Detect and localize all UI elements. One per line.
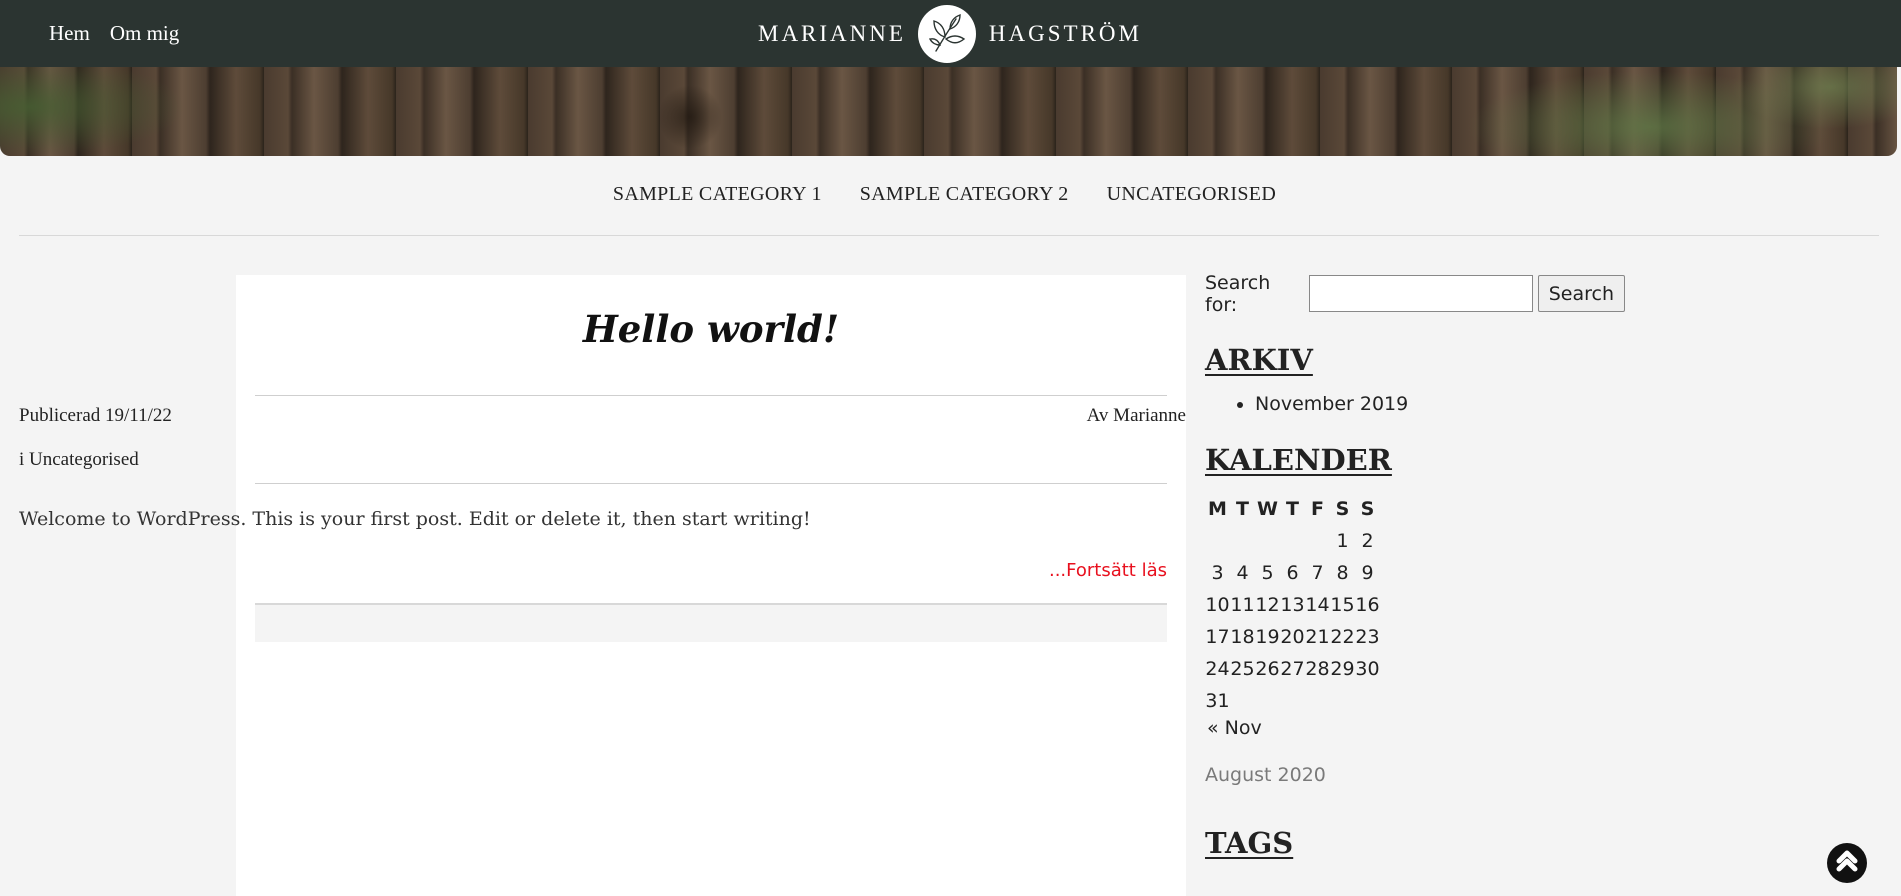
site-brand[interactable]: MARIANNE HAGSTRÖM [758, 2, 1142, 65]
read-more-link[interactable]: ...Fortsätt läs [1049, 560, 1167, 581]
calendar-day: 19 [1255, 626, 1280, 648]
calendar-day: 23 [1355, 626, 1380, 648]
category-nav: SAMPLE CATEGORY 1 SAMPLE CATEGORY 2 UNCA… [0, 183, 1901, 206]
search-label: Search for: [1205, 271, 1271, 316]
header-banner-image [0, 67, 1897, 156]
calendar-day: 12 [1255, 594, 1280, 616]
calendar-header-row: M T W T F S S [1205, 493, 1380, 525]
calendar-day: 28 [1305, 658, 1330, 680]
calendar-day: 25 [1230, 658, 1255, 680]
calendar-day: 29 [1330, 658, 1355, 680]
calendar-day: 26 [1255, 658, 1280, 680]
calendar-day: 4 [1236, 562, 1249, 584]
calendar-day: 1 [1336, 530, 1349, 552]
archive-list: November 2019 [1255, 393, 1408, 415]
category-link-uncategorised[interactable]: UNCATEGORISED [1107, 183, 1276, 206]
calendar-day: 14 [1305, 594, 1330, 616]
calendar-day: 5 [1261, 562, 1274, 584]
post-published-date: Publicerad 19/11/22 [19, 405, 172, 426]
post-category-link[interactable]: i Uncategorised [19, 449, 139, 471]
search-input[interactable] [1309, 275, 1533, 312]
calendar-weekday: F [1311, 498, 1324, 520]
calendar-day: 9 [1361, 562, 1374, 584]
calendar-caption: August 2020 [1205, 764, 1326, 786]
search-widget: Search for: Search [1205, 272, 1625, 316]
chevron-up-icon [1834, 848, 1860, 878]
calendar-day: 31 [1205, 690, 1230, 712]
post-card: Hello world! ...Fortsätt läs [236, 275, 1186, 896]
calendar-day: 8 [1336, 562, 1349, 584]
calendar-day: 18 [1230, 626, 1255, 648]
site-header: Hem Om mig MARIANNE HAGSTRÖM [0, 0, 1901, 67]
calendar-week-row: 31 [1205, 685, 1380, 717]
calendar-day: 2 [1361, 530, 1374, 552]
search-button[interactable]: Search [1537, 275, 1625, 312]
calendar-prev-month-link[interactable]: « Nov [1207, 717, 1262, 739]
nav-link-about[interactable]: Om mig [110, 21, 179, 46]
nav-link-home[interactable]: Hem [49, 21, 90, 46]
calendar-day: 15 [1330, 594, 1355, 616]
calendar-weekday: S [1335, 498, 1350, 520]
calendar-day: 6 [1286, 562, 1299, 584]
brand-first-name: MARIANNE [758, 20, 906, 46]
brand-last-name: HAGSTRÖM [988, 20, 1142, 46]
post-author-link[interactable]: Av Marianne [1087, 405, 1186, 427]
archive-item-link[interactable]: November 2019 [1255, 393, 1408, 415]
category-link-1[interactable]: SAMPLE CATEGORY 1 [613, 183, 822, 206]
calendar-day: 16 [1355, 594, 1380, 616]
calendar-day: 7 [1311, 562, 1324, 584]
calendar-week-row: 10 11 12 13 14 15 16 [1205, 589, 1380, 621]
calendar-day: 21 [1305, 626, 1330, 648]
post-divider-top [255, 395, 1167, 396]
post-excerpt: Welcome to WordPress. This is your first… [19, 508, 811, 530]
leaf-branch-icon [918, 4, 977, 63]
calendar-day: 27 [1280, 658, 1305, 680]
calendar-day: 20 [1280, 626, 1305, 648]
nav-divider [19, 235, 1879, 236]
calendar-week-row: 17 18 19 20 21 22 23 [1205, 621, 1380, 653]
calendar-day: 10 [1205, 594, 1230, 616]
calendar-day: 11 [1230, 594, 1255, 616]
calendar-weekday: T [1236, 498, 1249, 520]
calendar-day: 3 [1211, 562, 1224, 584]
calendar-week-row: 24 25 26 27 28 29 30 [1205, 653, 1380, 685]
calendar-weekday: W [1257, 498, 1278, 520]
calendar-week-row: 3 4 5 6 7 8 9 [1205, 557, 1380, 589]
archive-item[interactable]: November 2019 [1255, 393, 1408, 415]
sidebar: Search for: Search ARKIV November 2019 K… [1205, 272, 1625, 860]
category-link-2[interactable]: SAMPLE CATEGORY 2 [860, 183, 1069, 206]
calendar-weekday: S [1360, 498, 1375, 520]
calendar-weekday: M [1208, 498, 1227, 520]
calendar-day: 17 [1205, 626, 1230, 648]
back-to-top-button[interactable] [1827, 843, 1867, 883]
calendar-day: 13 [1280, 594, 1305, 616]
calendar-weekday: T [1286, 498, 1299, 520]
calendar-day: 30 [1355, 658, 1380, 680]
calendar-week-row: 1 2 [1205, 525, 1380, 557]
tags-widget-title: TAGS [1205, 826, 1294, 860]
calendar-day: 22 [1330, 626, 1355, 648]
archive-widget-title: ARKIV [1205, 343, 1313, 377]
post-footer [255, 603, 1167, 642]
post-title[interactable]: Hello world! [236, 307, 1186, 351]
calendar-day: 24 [1205, 658, 1230, 680]
calendar-table: M T W T F S S 1 2 3 4 5 6 7 8 9 10 11 12… [1205, 493, 1380, 717]
top-nav: Hem Om mig [49, 21, 179, 46]
calendar-widget-title: KALENDER [1205, 443, 1392, 477]
post-divider-bottom [255, 483, 1167, 484]
